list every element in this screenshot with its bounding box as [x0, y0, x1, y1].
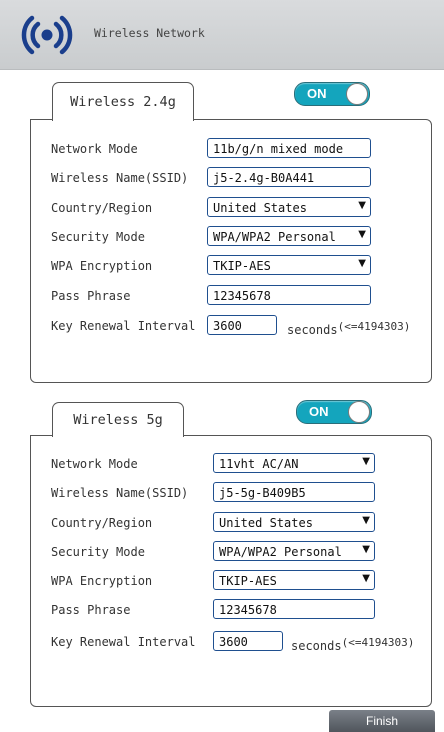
renewal-limit: (<=4194303) [337, 320, 411, 333]
security-row: Security Mode WPA/WPA2 Personal ▼ [31, 226, 431, 248]
network-mode-label: Network Mode [51, 457, 138, 471]
pass-phrase-label: Pass Phrase [51, 603, 131, 617]
tab-wireless-5g[interactable]: Wireless 5g [52, 402, 184, 437]
wireless-5g-section: Wireless 5g ON Network Mode 11vht AC/AN … [30, 398, 432, 708]
ssid-label: Wireless Name(SSID) [51, 171, 189, 185]
country-value: United States [219, 516, 313, 530]
key-renewal-label: Key Renewal Interval [51, 319, 196, 333]
network-mode-select[interactable]: 11vht AC/AN ▼ [213, 453, 375, 473]
encryption-row: WPA Encryption TKIP-AES ▼ [31, 570, 431, 592]
country-select[interactable]: United States ▼ [207, 197, 371, 217]
wireless-5g-panel: Network Mode 11vht AC/AN ▼ Wireless Name… [30, 435, 432, 707]
network-mode-row: Network Mode 11vht AC/AN ▼ [31, 453, 431, 475]
dropdown-arrow-icon: ▼ [362, 544, 370, 555]
ssid-row: Wireless Name(SSID) j5-2.4g-B0A441 [31, 167, 431, 189]
country-row: Country/Region United States ▼ [31, 512, 431, 534]
pass-phrase-input[interactable]: 12345678 [213, 599, 375, 619]
security-mode-value: WPA/WPA2 Personal [213, 230, 336, 244]
dropdown-arrow-icon: ▼ [358, 200, 366, 211]
ssid-row: Wireless Name(SSID) j5-5g-B409B5 [31, 482, 431, 504]
country-value: United States [213, 201, 307, 215]
finish-button[interactable]: Finish [329, 710, 435, 732]
tab-wireless-24g[interactable]: Wireless 2.4g [52, 82, 194, 121]
renewal-unit: seconds(<=4194303) [291, 636, 414, 653]
pass-phrase-label: Pass Phrase [51, 289, 131, 303]
renewal-unit: seconds(<=4194303) [287, 320, 410, 337]
key-renewal-input[interactable]: 3600 [207, 315, 277, 335]
country-label: Country/Region [51, 201, 153, 215]
pass-phrase-input[interactable]: 12345678 [207, 285, 371, 305]
toggle-label: ON [309, 404, 329, 419]
dropdown-arrow-icon: ▼ [362, 573, 370, 584]
wireless-24g-panel: Network Mode 11b/g/n mixed mode Wireless… [30, 119, 432, 383]
wpa-encryption-value: TKIP-AES [219, 574, 277, 588]
renewal-limit: (<=4194303) [341, 636, 415, 649]
security-mode-label: Security Mode [51, 545, 145, 559]
network-mode-label: Network Mode [51, 142, 138, 156]
ssid-input[interactable]: j5-2.4g-B0A441 [207, 167, 371, 187]
wireless-5g-toggle[interactable]: ON [296, 400, 372, 424]
page-title: Wireless Network [94, 26, 205, 40]
renewal-row: Key Renewal Interval 3600 seconds(<=4194… [31, 631, 431, 653]
page-header: Wireless Network [0, 0, 444, 70]
key-renewal-label: Key Renewal Interval [51, 635, 196, 649]
security-mode-select[interactable]: WPA/WPA2 Personal ▼ [207, 226, 371, 246]
security-mode-value: WPA/WPA2 Personal [219, 545, 342, 559]
country-select[interactable]: United States ▼ [213, 512, 375, 532]
security-mode-select[interactable]: WPA/WPA2 Personal ▼ [213, 541, 375, 561]
wireless-signal-icon [21, 15, 73, 55]
wpa-encryption-select[interactable]: TKIP-AES ▼ [207, 255, 371, 275]
dropdown-arrow-icon: ▼ [362, 456, 370, 467]
passphrase-row: Pass Phrase 12345678 [31, 599, 431, 621]
wpa-encryption-label: WPA Encryption [51, 259, 153, 273]
encryption-row: WPA Encryption TKIP-AES ▼ [31, 255, 431, 277]
toggle-knob [346, 83, 368, 105]
network-mode-field[interactable]: 11b/g/n mixed mode [207, 138, 371, 158]
security-mode-label: Security Mode [51, 230, 145, 244]
renewal-unit-text: seconds [291, 639, 342, 653]
renewal-unit-text: seconds [287, 323, 338, 337]
wpa-encryption-select[interactable]: TKIP-AES ▼ [213, 570, 375, 590]
key-renewal-input[interactable]: 3600 [213, 631, 283, 651]
wpa-encryption-value: TKIP-AES [213, 259, 271, 273]
dropdown-arrow-icon: ▼ [358, 258, 366, 269]
wireless-24g-toggle[interactable]: ON [294, 82, 370, 106]
dropdown-arrow-icon: ▼ [362, 515, 370, 526]
security-row: Security Mode WPA/WPA2 Personal ▼ [31, 541, 431, 563]
dropdown-arrow-icon: ▼ [358, 229, 366, 240]
country-row: Country/Region United States ▼ [31, 197, 431, 219]
wireless-24g-section: Wireless 2.4g ON Network Mode 11b/g/n mi… [30, 82, 432, 383]
network-mode-value: 11vht AC/AN [219, 457, 299, 471]
toggle-knob [348, 401, 370, 423]
passphrase-row: Pass Phrase 12345678 [31, 285, 431, 307]
ssid-input[interactable]: j5-5g-B409B5 [213, 482, 375, 502]
network-mode-row: Network Mode 11b/g/n mixed mode [31, 138, 431, 160]
wpa-encryption-label: WPA Encryption [51, 574, 153, 588]
country-label: Country/Region [51, 516, 153, 530]
ssid-label: Wireless Name(SSID) [51, 486, 189, 500]
renewal-row: Key Renewal Interval 3600 seconds(<=4194… [31, 315, 431, 337]
toggle-label: ON [307, 86, 327, 101]
